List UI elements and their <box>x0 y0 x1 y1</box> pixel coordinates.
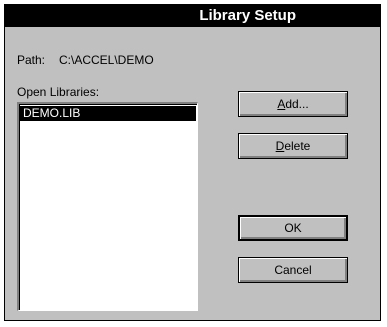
open-libraries-listbox[interactable]: DEMO.LIB <box>17 102 198 311</box>
open-libraries-label: Open Libraries: <box>17 85 100 99</box>
add-button[interactable]: Add... <box>238 91 348 117</box>
delete-button-mnemonic: D <box>275 139 285 153</box>
path-row: Path: C:\ACCEL\DEMO <box>17 53 154 67</box>
add-button-label: dd... <box>285 97 309 111</box>
dialog-title: Library Setup <box>5 5 380 27</box>
cancel-button[interactable]: Cancel <box>238 257 348 283</box>
ok-button[interactable]: OK <box>238 215 348 241</box>
delete-button[interactable]: Delete <box>238 133 348 159</box>
library-item-demo-lib[interactable]: DEMO.LIB <box>20 106 196 121</box>
delete-button-label: elete <box>284 139 311 153</box>
path-value: C:\ACCEL\DEMO <box>59 53 154 67</box>
path-label: Path: <box>17 53 46 67</box>
library-setup-dialog: Library Setup Path: C:\ACCEL\DEMO Open Li… <box>4 4 381 321</box>
